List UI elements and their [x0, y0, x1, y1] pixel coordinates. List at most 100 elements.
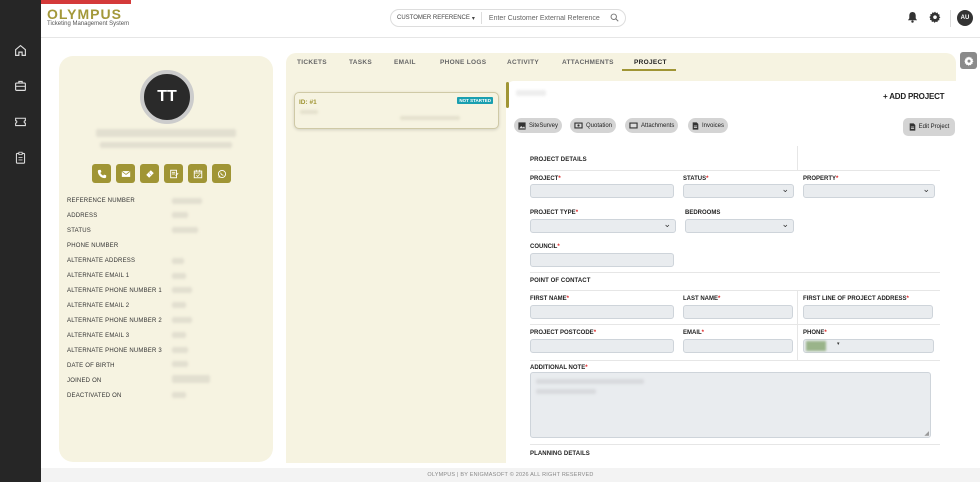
tab-tasks[interactable]: TASKS	[349, 59, 372, 66]
required-mark: *	[585, 365, 588, 371]
email-field[interactable]	[683, 339, 793, 353]
required-mark: *	[701, 330, 705, 336]
subtab-invoices[interactable]: Invoices	[688, 118, 729, 133]
search-type-select[interactable]: CUSTOMER REFERENCE ▾	[391, 12, 482, 24]
last-name-field[interactable]	[683, 305, 793, 319]
user-avatar[interactable]: AU	[957, 10, 973, 26]
edit-project-label: Edit Project	[918, 124, 950, 130]
required-mark: *	[593, 330, 597, 336]
tab-email[interactable]: EMAIL	[394, 59, 416, 66]
country-code-select[interactable]: ▾	[805, 340, 840, 352]
document-icon	[909, 123, 915, 131]
email-button[interactable]	[116, 164, 135, 183]
address-label: FIRST LINE OF PROJECT ADDRESS*	[803, 296, 909, 302]
tab-tickets[interactable]: TICKETS	[297, 59, 327, 66]
field-label: ALTERNATE ADDRESS	[67, 258, 136, 264]
search-type-label: CUSTOMER REFERENCE	[397, 15, 470, 21]
divider	[530, 272, 940, 273]
note-text-redacted	[536, 379, 644, 384]
field-value-redacted	[172, 212, 188, 218]
call-button[interactable]	[92, 164, 111, 183]
ticket-button[interactable]	[140, 164, 159, 183]
tab-phone-logs[interactable]: PHONE LOGS	[440, 59, 486, 66]
project-type-select[interactable]	[530, 219, 676, 233]
subtab-sitesurvey[interactable]: SiteSurvey	[514, 118, 563, 133]
search-input[interactable]	[481, 14, 610, 22]
money-icon	[574, 122, 583, 129]
status-badge: NOT STARTED	[457, 97, 493, 104]
label-text: COUNCIL	[530, 244, 558, 250]
calendar-button[interactable]	[188, 164, 207, 183]
first-name-field[interactable]	[530, 305, 674, 319]
brand-name: OLYMPUS	[47, 6, 122, 22]
required-mark: *	[566, 296, 570, 302]
caret-down-icon: ▾	[471, 15, 475, 22]
subtab-quotation[interactable]: Quotation	[570, 118, 617, 133]
field-value-redacted	[172, 198, 202, 204]
whatsapp-button[interactable]	[212, 164, 231, 183]
field-label: STATUS	[67, 228, 91, 234]
subtab-label: Attachments	[641, 122, 675, 129]
project-title-redacted	[516, 90, 546, 96]
footer: OLYMPUS | BY ENIGMASOFT © 2026 ALL RIGHT…	[41, 468, 980, 482]
edit-project-button[interactable]: Edit Project	[903, 118, 955, 136]
divider	[797, 146, 798, 170]
property-select[interactable]	[803, 184, 935, 198]
required-mark: *	[906, 296, 909, 302]
gear-icon	[963, 56, 973, 66]
tab-project[interactable]: PROJECT	[634, 59, 667, 66]
status-select[interactable]	[683, 184, 794, 198]
field-label: JOINED ON	[67, 378, 102, 384]
label-text: PROJECT TYPE	[530, 210, 576, 216]
field-value-redacted	[172, 302, 186, 308]
ticket-icon[interactable]	[13, 114, 28, 129]
label-text: PROPERTY	[803, 176, 837, 182]
postcode-field[interactable]	[530, 339, 674, 353]
project-list-item[interactable]: ID: #1 NOT STARTED	[294, 92, 499, 129]
settings-button[interactable]	[960, 52, 977, 69]
customer-search: CUSTOMER REFERENCE ▾	[390, 9, 626, 27]
logo[interactable]: OLYMPUS Ticketing Management System	[47, 6, 130, 28]
label-text: STATUS	[683, 176, 707, 182]
first-name-label: FIRST NAME*	[530, 296, 569, 302]
home-icon[interactable]	[13, 43, 28, 58]
divider	[530, 360, 940, 361]
customer-fields: REFERENCE NUMBER ADDRESS STATUS PHONE NU…	[67, 197, 162, 407]
required-mark: *	[575, 210, 579, 216]
note-button[interactable]	[164, 164, 183, 183]
subtab-attachments[interactable]: Attachments	[625, 118, 679, 133]
project-id: ID: #1	[299, 99, 317, 106]
field-value-redacted	[172, 317, 192, 323]
divider	[530, 290, 940, 291]
search-icon[interactable]	[610, 13, 619, 24]
required-mark: *	[557, 244, 560, 250]
customer-name-redacted	[96, 129, 236, 137]
briefcase-icon[interactable]	[13, 78, 28, 93]
project-field[interactable]	[530, 184, 674, 198]
phone-label: PHONE*	[803, 330, 827, 336]
email-label: EMAIL*	[683, 330, 704, 336]
field-label: ALTERNATE EMAIL 2	[67, 303, 130, 309]
add-project-button[interactable]: + ADD PROJECT	[883, 92, 945, 101]
field-label: DEACTIVATED ON	[67, 393, 122, 399]
tab-attachments[interactable]: ATTACHMENTS	[562, 59, 614, 66]
council-field[interactable]	[530, 253, 674, 267]
field-value-redacted	[172, 332, 186, 338]
field-label: PHONE NUMBER	[67, 243, 119, 249]
bedrooms-select[interactable]	[685, 219, 794, 233]
resize-handle-icon[interactable]: ◢	[924, 430, 929, 437]
brand-subtitle: Ticketing Management System	[47, 21, 130, 27]
field-value-redacted	[172, 392, 186, 398]
gear-icon[interactable]	[929, 11, 941, 25]
subtab-label: SiteSurvey	[529, 122, 559, 129]
divider	[530, 444, 940, 445]
bell-icon[interactable]	[907, 11, 918, 25]
tabs-bar	[286, 53, 956, 73]
subtab-label: Invoices	[702, 122, 725, 129]
required-mark: *	[706, 176, 709, 182]
tab-activity[interactable]: ACTIVITY	[507, 59, 539, 66]
address-field[interactable]	[803, 305, 933, 319]
additional-note-textarea[interactable]: ◢	[530, 372, 931, 438]
clipboard-icon[interactable]	[13, 150, 28, 165]
subtab-label: Quotation	[586, 122, 613, 129]
